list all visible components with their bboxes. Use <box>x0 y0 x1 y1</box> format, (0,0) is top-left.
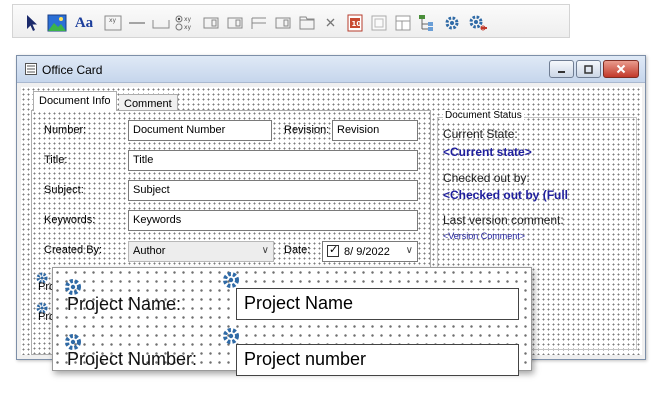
xy-field-icon[interactable]: xy <box>102 13 124 33</box>
chevron-down-icon: ∨ <box>405 245 413 256</box>
number-label: Number: <box>44 124 87 136</box>
chevron-down-icon: ∨ <box>261 245 269 256</box>
maximize-button[interactable] <box>576 60 601 78</box>
grid-box-icon[interactable] <box>272 13 294 33</box>
last-comment-value: <Version Comment> <box>443 231 526 241</box>
list-box-icon[interactable] <box>200 13 222 33</box>
title-bar[interactable]: Office Card <box>17 56 645 83</box>
tab-document-info[interactable]: Document Info <box>33 91 117 111</box>
created-by-value: Author <box>133 245 166 257</box>
pointer-icon[interactable] <box>21 13 43 33</box>
gear-icon[interactable] <box>441 13 463 33</box>
tab-box-icon[interactable] <box>296 13 318 33</box>
svg-text:xy: xy <box>109 17 117 24</box>
form-icon <box>25 63 37 75</box>
number-field[interactable]: Document Number <box>128 120 272 141</box>
window-title: Office Card <box>42 63 103 77</box>
tree-icon[interactable] <box>416 13 438 33</box>
image-icon[interactable] <box>46 13 68 33</box>
text-icon[interactable]: Aa <box>70 13 98 33</box>
disabled-box-icon[interactable] <box>368 13 390 33</box>
project-number-label: Project Number: <box>67 349 198 369</box>
project-name-label: Project Name: <box>67 294 182 314</box>
revision-label: Revision: <box>284 124 330 136</box>
radio-xy-icon[interactable]: xy xy <box>174 13 196 33</box>
last-comment-label: Last version comment: <box>443 213 564 227</box>
svg-text:10: 10 <box>352 20 362 28</box>
created-by-dropdown[interactable]: Author ∨ <box>128 241 274 262</box>
gear-link-icon[interactable] <box>467 13 489 33</box>
keywords-label: Keywords: <box>44 214 96 226</box>
date-checkbox[interactable] <box>327 243 339 257</box>
current-state-value: <Current state> <box>443 145 532 159</box>
magnified-detail: Project Name: Project Name Project Numbe… <box>52 267 532 376</box>
subject-label: Subject: <box>44 184 84 196</box>
date-value: 8/ 9/2022 <box>344 246 390 258</box>
checked-out-label: Checked out by: <box>443 171 530 185</box>
svg-text:xy: xy <box>184 16 192 23</box>
svg-text:xy: xy <box>184 24 192 31</box>
current-state-label: Current State: <box>443 127 518 141</box>
subject-field[interactable]: Subject <box>128 180 418 201</box>
title-label: Title: <box>44 154 68 166</box>
close-button[interactable] <box>603 60 639 78</box>
revision-field[interactable]: Revision <box>332 120 418 141</box>
keywords-field[interactable]: Keywords <box>128 210 418 231</box>
gear-icon <box>223 328 239 344</box>
date-picker[interactable]: 8/ 9/2022 ∨ <box>322 241 418 262</box>
gear-icon <box>223 272 239 288</box>
line-icon[interactable] <box>126 13 148 33</box>
toolbar: Aa xy xy xy 10 <box>12 4 570 38</box>
list-box-alt-icon[interactable] <box>224 13 246 33</box>
close-box-icon[interactable] <box>320 13 342 33</box>
number-box-icon[interactable]: 10 <box>344 13 366 33</box>
lines-icon[interactable] <box>248 13 270 33</box>
date-label: Date: <box>284 244 311 256</box>
box-icon[interactable] <box>150 13 172 33</box>
title-field[interactable]: Title <box>128 150 418 171</box>
minimize-button[interactable] <box>549 60 574 78</box>
pages-icon[interactable] <box>392 13 414 33</box>
tab-comment[interactable]: Comment <box>119 94 178 111</box>
project-number-field[interactable]: Project number <box>236 344 519 376</box>
checked-out-value: <Checked out by (Full <box>443 188 569 202</box>
created-by-label: Created By: <box>44 244 103 256</box>
project-name-field[interactable]: Project Name <box>236 288 519 320</box>
status-legend: Document Status <box>443 110 524 121</box>
